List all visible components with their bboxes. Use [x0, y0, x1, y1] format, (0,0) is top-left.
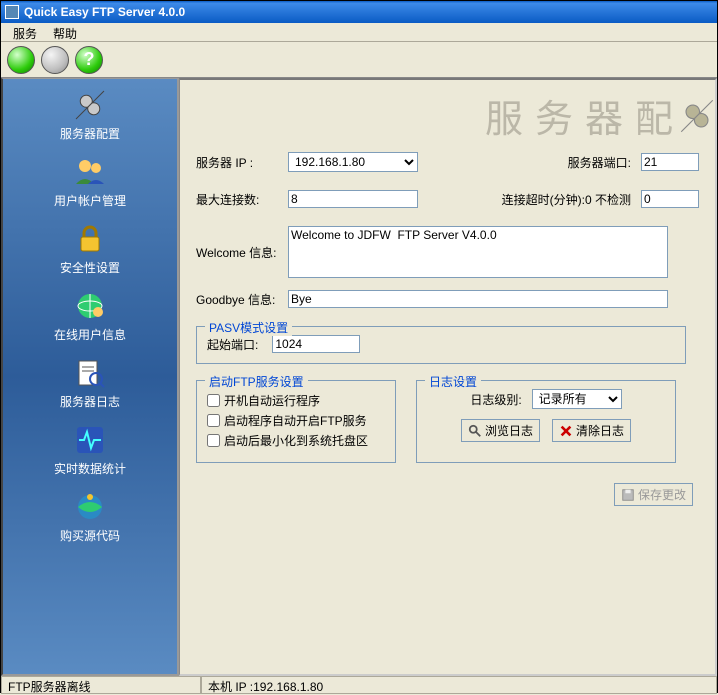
sidebar-item-label: 安全性设置 [60, 259, 120, 276]
browse-log-button[interactable]: 浏览日志 [461, 419, 540, 442]
sidebar-item-label: 购买源代码 [60, 527, 120, 544]
app-icon [5, 5, 19, 19]
search-icon [468, 424, 482, 438]
max-conn-label: 最大连接数: [196, 191, 288, 208]
server-ip-select[interactable]: 192.168.1.80 [288, 152, 418, 172]
goodbye-label: Goodbye 信息: [196, 291, 288, 308]
save-button[interactable]: 保存更改 [614, 483, 693, 506]
log-icon [74, 357, 106, 389]
server-ip-label: 服务器 IP : [196, 154, 288, 171]
content-panel: 服务器配 服务器 IP : 192.168.1.80 服务器端口: 最大连接数:… [179, 78, 717, 676]
sidebar-item-online-users[interactable]: 在线用户信息 [3, 280, 177, 347]
statusbar: FTP服务器离线 本机 IP :192.168.1.80 [1, 676, 717, 694]
clear-log-button[interactable]: 清除日志 [552, 419, 631, 442]
sidebar-item-label: 服务器配置 [60, 125, 120, 142]
pasv-start-port-label: 起始端口: [207, 336, 258, 353]
log-level-select[interactable]: 记录所有 [532, 389, 622, 409]
lock-icon [74, 223, 106, 255]
sidebar-item-logs[interactable]: 服务器日志 [3, 347, 177, 414]
welcome-textarea[interactable]: Welcome to JDFW FTP Server V4.0.0 [288, 226, 668, 278]
log-level-label: 日志级别: [470, 391, 521, 408]
sidebar-item-security[interactable]: 安全性设置 [3, 213, 177, 280]
autostart-ftp-checkbox[interactable] [207, 414, 220, 427]
timeout-label: 连接超时(分钟):0 不检测 [502, 191, 631, 208]
max-conn-input[interactable] [288, 190, 418, 208]
autorun-label: 开机自动运行程序 [224, 392, 320, 409]
stop-button[interactable] [41, 46, 69, 74]
status-left: FTP服务器离线 [1, 677, 201, 694]
toolbar: ? [1, 42, 717, 78]
sidebar-item-buy[interactable]: 购买源代码 [3, 481, 177, 548]
banner-wrench-icon [679, 98, 715, 134]
globe-icon [74, 491, 106, 523]
delete-icon [559, 424, 573, 438]
globe-users-icon [74, 290, 106, 322]
minimize-tray-label: 启动后最小化到系统托盘区 [224, 432, 368, 449]
page-banner: 服务器配 [485, 88, 715, 143]
goodbye-input[interactable] [288, 290, 668, 308]
menu-help[interactable]: 帮助 [45, 23, 85, 41]
sidebar-item-label: 用户帐户管理 [54, 192, 126, 209]
users-icon [74, 156, 106, 188]
menu-service[interactable]: 服务 [5, 23, 45, 41]
ftp-start-legend: 启动FTP服务设置 [205, 373, 308, 390]
pasv-start-port-input[interactable] [272, 335, 360, 353]
pasv-legend: PASV模式设置 [205, 319, 292, 336]
wrench-icon [74, 89, 106, 121]
server-port-input[interactable] [641, 153, 699, 171]
sidebar-item-label: 在线用户信息 [54, 326, 126, 343]
log-legend: 日志设置 [425, 373, 481, 390]
sidebar-item-label: 服务器日志 [60, 393, 120, 410]
minimize-tray-checkbox[interactable] [207, 434, 220, 447]
sidebar-item-label: 实时数据统计 [54, 460, 126, 477]
sidebar: 服务器配置 用户帐户管理 安全性设置 在线用户信息 服务器日志 实时数据统计 购… [1, 78, 179, 676]
pasv-fieldset: PASV模式设置 起始端口: [196, 326, 686, 364]
autostart-ftp-label: 启动程序自动开启FTP服务 [224, 412, 367, 429]
save-icon [621, 488, 635, 502]
titlebar: Quick Easy FTP Server 4.0.0 [1, 1, 717, 23]
menubar: 服务 帮助 [1, 23, 717, 42]
help-button[interactable]: ? [75, 46, 103, 74]
window-title: Quick Easy FTP Server 4.0.0 [24, 5, 185, 19]
sidebar-item-stats[interactable]: 实时数据统计 [3, 414, 177, 481]
status-right: 本机 IP :192.168.1.80 [201, 677, 717, 694]
timeout-input[interactable] [641, 190, 699, 208]
start-button[interactable] [7, 46, 35, 74]
log-fieldset: 日志设置 日志级别: 记录所有 浏览日志 [416, 380, 676, 463]
server-port-label: 服务器端口: [568, 154, 631, 171]
sidebar-item-server-config[interactable]: 服务器配置 [3, 79, 177, 146]
autorun-checkbox[interactable] [207, 394, 220, 407]
pulse-icon [74, 424, 106, 456]
sidebar-item-users[interactable]: 用户帐户管理 [3, 146, 177, 213]
ftp-start-fieldset: 启动FTP服务设置 开机自动运行程序 启动程序自动开启FTP服务 启动后最小化到… [196, 380, 396, 463]
welcome-label: Welcome 信息: [196, 226, 288, 261]
